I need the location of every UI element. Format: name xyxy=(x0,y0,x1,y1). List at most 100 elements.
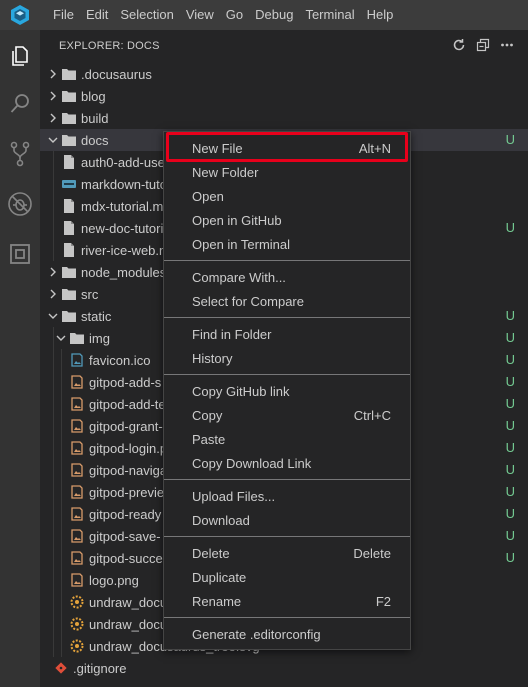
chevron-right-icon[interactable] xyxy=(45,261,61,283)
indent-guide xyxy=(53,371,54,393)
indent-guide xyxy=(61,415,62,437)
git-status-badge: U xyxy=(505,462,515,477)
indent-guide xyxy=(53,525,54,547)
explorer-title: EXPLORER: DOCS xyxy=(59,40,160,52)
indent-guide xyxy=(61,437,62,459)
chevron-down-icon[interactable] xyxy=(53,327,69,349)
indent-guide xyxy=(61,349,62,371)
indent-guide xyxy=(53,393,54,415)
tree-item-label: gitpod-ready xyxy=(89,506,162,522)
tree-folder-row[interactable]: build xyxy=(40,107,528,129)
search-icon[interactable] xyxy=(0,80,40,128)
more-icon[interactable] xyxy=(500,38,514,55)
menu-item-paste[interactable]: Paste xyxy=(164,427,410,451)
menu-item-label: Generate .editorconfig xyxy=(192,626,321,642)
menu-view[interactable]: View xyxy=(180,0,220,30)
extensions-icon[interactable] xyxy=(0,230,40,278)
menu-help[interactable]: Help xyxy=(361,0,400,30)
menu-item-generate-editorconfig[interactable]: Generate .editorconfig xyxy=(164,622,410,646)
git-status-badge: U xyxy=(505,440,515,455)
git-file-icon xyxy=(53,657,69,679)
tree-item-label: src xyxy=(81,286,99,302)
svg-file-icon xyxy=(69,591,85,613)
menu-separator xyxy=(164,374,410,375)
folder-icon xyxy=(61,261,77,283)
tree-item-label: blog xyxy=(81,88,106,104)
indent-guide xyxy=(53,217,54,239)
tree-item-label: build xyxy=(81,110,109,126)
menu-go[interactable]: Go xyxy=(220,0,249,30)
markdown-file-icon xyxy=(61,151,77,173)
menu-item-new-file[interactable]: New File Alt+N xyxy=(164,136,410,160)
menu-item-compare-with[interactable]: Compare With... xyxy=(164,265,410,289)
debug-icon[interactable] xyxy=(0,180,40,228)
indent-guide xyxy=(61,371,62,393)
menu-item-label: Compare With... xyxy=(192,269,286,285)
indent-guide xyxy=(53,173,54,195)
tree-item-label: static xyxy=(81,308,112,324)
git-status-badge: U xyxy=(505,330,515,345)
folder-icon xyxy=(61,129,77,151)
menu-item-new-folder[interactable]: New Folder xyxy=(164,160,410,184)
indent-guide xyxy=(61,393,62,415)
menu-item-copy[interactable]: Copy Ctrl+C xyxy=(164,403,410,427)
menu-item-upload-files[interactable]: Upload Files... xyxy=(164,484,410,508)
menu-bar: File Edit Selection View Go Debug Termin… xyxy=(0,0,528,30)
menu-debug[interactable]: Debug xyxy=(249,0,299,30)
collapse-all-icon[interactable] xyxy=(476,38,490,55)
chevron-right-icon[interactable] xyxy=(45,107,61,129)
tree-item-label: mdx-tutorial.md xyxy=(81,198,171,214)
tree-item-label: gitpod-naviga xyxy=(89,462,168,478)
menu-item-download[interactable]: Download xyxy=(164,508,410,532)
menu-edit[interactable]: Edit xyxy=(80,0,114,30)
source-control-icon[interactable] xyxy=(0,130,40,178)
chevron-down-icon[interactable] xyxy=(45,305,61,327)
menu-item-copy-download-link[interactable]: Copy Download Link xyxy=(164,451,410,475)
menu-separator xyxy=(164,536,410,537)
menu-separator xyxy=(164,260,410,261)
menu-item-history[interactable]: History xyxy=(164,346,410,370)
chevron-right-icon[interactable] xyxy=(45,85,61,107)
menu-item-label: Open in Terminal xyxy=(192,236,291,252)
menu-separator xyxy=(164,317,410,318)
chevron-right-icon[interactable] xyxy=(45,63,61,85)
image-file-icon xyxy=(69,415,85,437)
tree-item-label: gitpod-succe xyxy=(89,550,163,566)
tree-folder-row[interactable]: blog xyxy=(40,85,528,107)
menu-item-find-in-folder[interactable]: Find in Folder xyxy=(164,322,410,346)
menu-item-select-for-compare[interactable]: Select for Compare xyxy=(164,289,410,313)
image-file-icon xyxy=(69,459,85,481)
menu-item-delete[interactable]: Delete Delete xyxy=(164,541,410,565)
indent-guide xyxy=(53,503,54,525)
tree-item-label: auth0-add-user xyxy=(81,154,170,170)
indent-guide xyxy=(53,459,54,481)
refresh-icon[interactable] xyxy=(452,38,466,55)
chevron-down-icon[interactable] xyxy=(45,129,61,151)
menu-item-label: New Folder xyxy=(192,164,259,180)
tree-item-label: gitpod-login.p xyxy=(89,440,168,456)
menu-item-open-in-terminal[interactable]: Open in Terminal xyxy=(164,232,410,256)
tree-item-label: .gitignore xyxy=(73,660,127,676)
menu-item-copy-github-link[interactable]: Copy GitHub link xyxy=(164,379,410,403)
menu-item-duplicate[interactable]: Duplicate xyxy=(164,565,410,589)
files-icon[interactable] xyxy=(0,32,40,80)
chevron-right-icon[interactable] xyxy=(45,283,61,305)
menu-item-shortcut: Alt+N xyxy=(358,140,391,156)
svg-file-icon xyxy=(69,635,85,657)
tree-folder-row[interactable]: .docusaurus xyxy=(40,63,528,85)
menu-terminal[interactable]: Terminal xyxy=(299,0,360,30)
menu-item-rename[interactable]: Rename F2 xyxy=(164,589,410,613)
menu-item-open-in-github[interactable]: Open in GitHub xyxy=(164,208,410,232)
markdown-file-icon xyxy=(61,195,77,217)
tree-file-row[interactable]: .gitignore xyxy=(40,657,528,679)
tree-item-label: gitpod-previe xyxy=(89,484,165,500)
menu-selection[interactable]: Selection xyxy=(114,0,179,30)
menu-file[interactable]: File xyxy=(47,0,80,30)
tree-item-label: .docusaurus xyxy=(81,66,152,82)
explorer-header: EXPLORER: DOCS xyxy=(40,30,528,62)
indent-guide xyxy=(53,635,54,657)
menu-item-open[interactable]: Open xyxy=(164,184,410,208)
tree-item-label: img xyxy=(89,330,110,346)
image-file-icon xyxy=(69,481,85,503)
indent-guide xyxy=(53,591,54,613)
